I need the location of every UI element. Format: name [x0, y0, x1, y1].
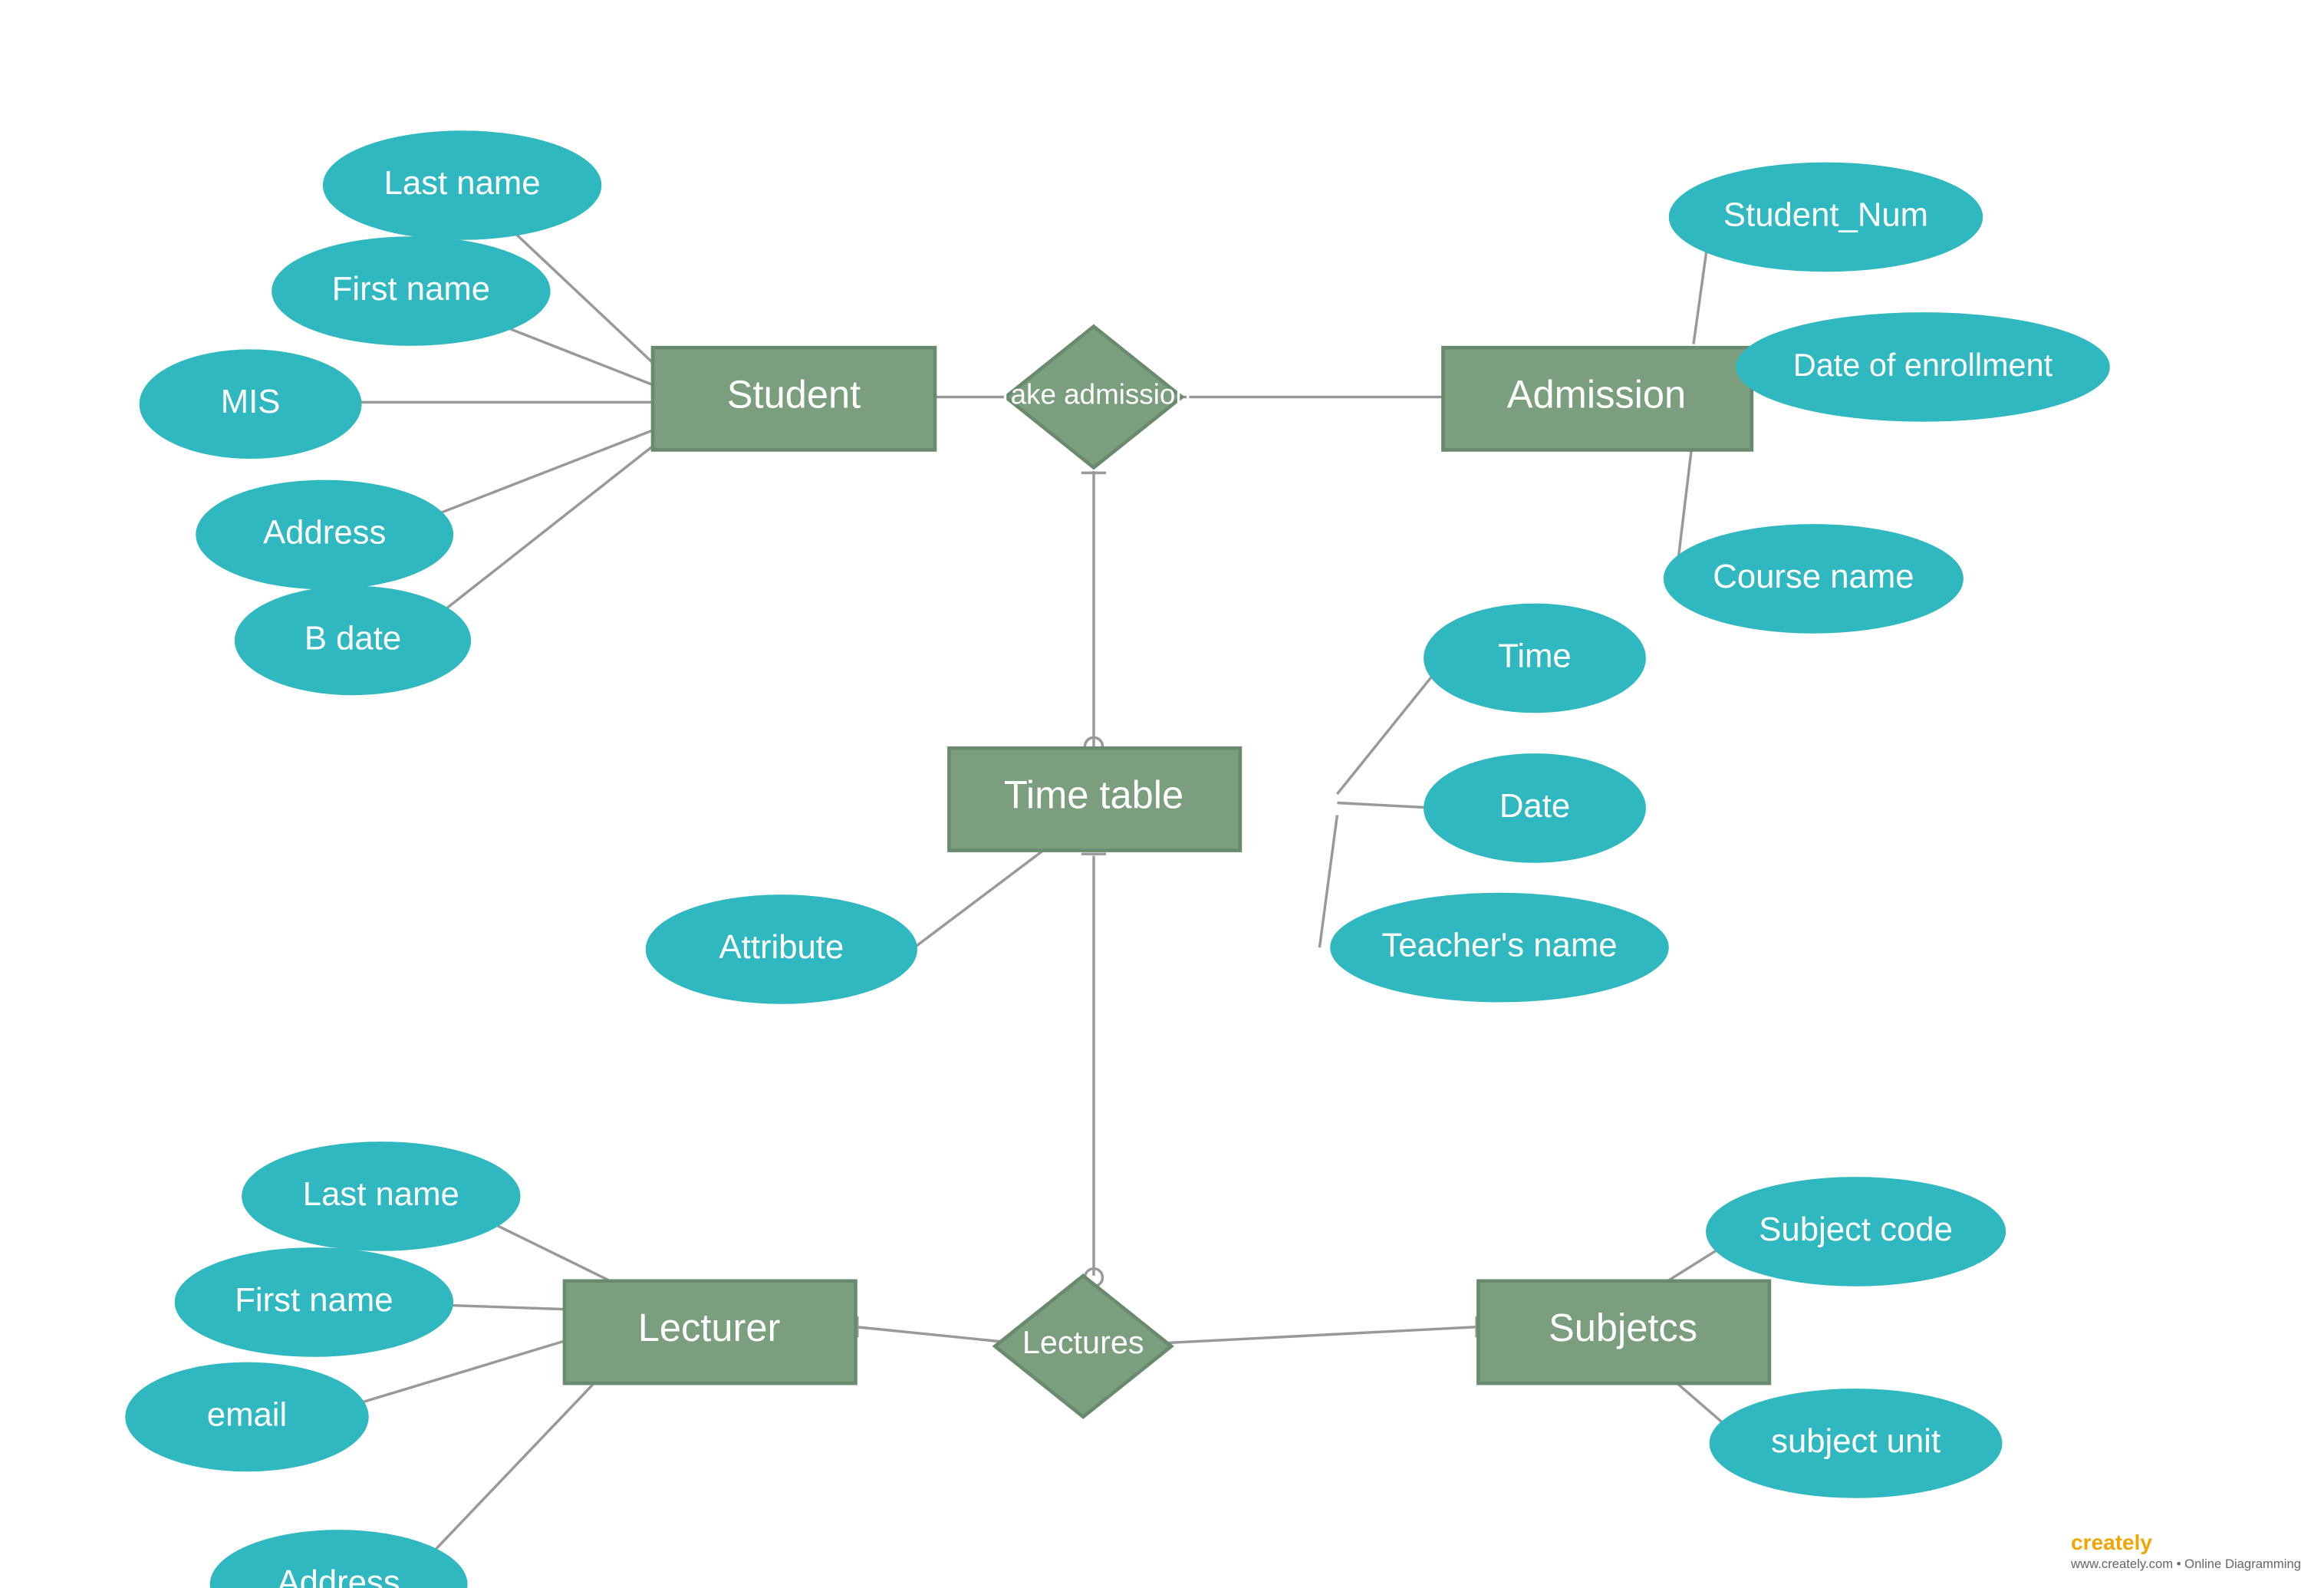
watermark: creately www.creately.com • Online Diagr…	[2071, 1530, 2301, 1573]
lectures-label: Lectures	[1022, 1325, 1144, 1360]
date-text: Date	[1499, 787, 1570, 825]
address-student-text: Address	[263, 513, 386, 551]
email-text: email	[207, 1395, 287, 1433]
student-num-text: Student_Num	[1723, 196, 1928, 233]
first-name-student-text: First name	[332, 270, 490, 308]
address-lecturer-text: Address	[277, 1563, 400, 1588]
subjetcs-label: Subjetcs	[1549, 1306, 1697, 1349]
last-name-lecturer-text: Last name	[303, 1175, 459, 1213]
lecturer-label: Lecturer	[638, 1306, 781, 1349]
first-name-lecturer-text: First name	[235, 1281, 393, 1319]
timetable-label: Time table	[1004, 773, 1183, 816]
mis-text: MIS	[221, 383, 281, 420]
student-label: Student	[727, 372, 861, 416]
brand-tagline: www.creately.com • Online Diagramming	[2071, 1557, 2301, 1571]
last-name-student-text: Last name	[384, 164, 541, 202]
teacher-name-text: Teacher's name	[1381, 927, 1617, 964]
take-admission-label: Take admission	[996, 379, 1191, 410]
admission-label: Admission	[1507, 372, 1686, 416]
date-enrollment-text: Date of enrollment	[1793, 348, 2053, 383]
course-name-text: Course name	[1713, 558, 1914, 595]
subject-code-text: Subject code	[1759, 1211, 1953, 1248]
subject-unit-text: subject unit	[1771, 1422, 1941, 1460]
brand-name: creately	[2071, 1530, 2152, 1554]
attribute-text: Attribute	[719, 928, 844, 966]
b-date-text: B date	[304, 619, 401, 657]
time-text: Time	[1498, 637, 1571, 674]
